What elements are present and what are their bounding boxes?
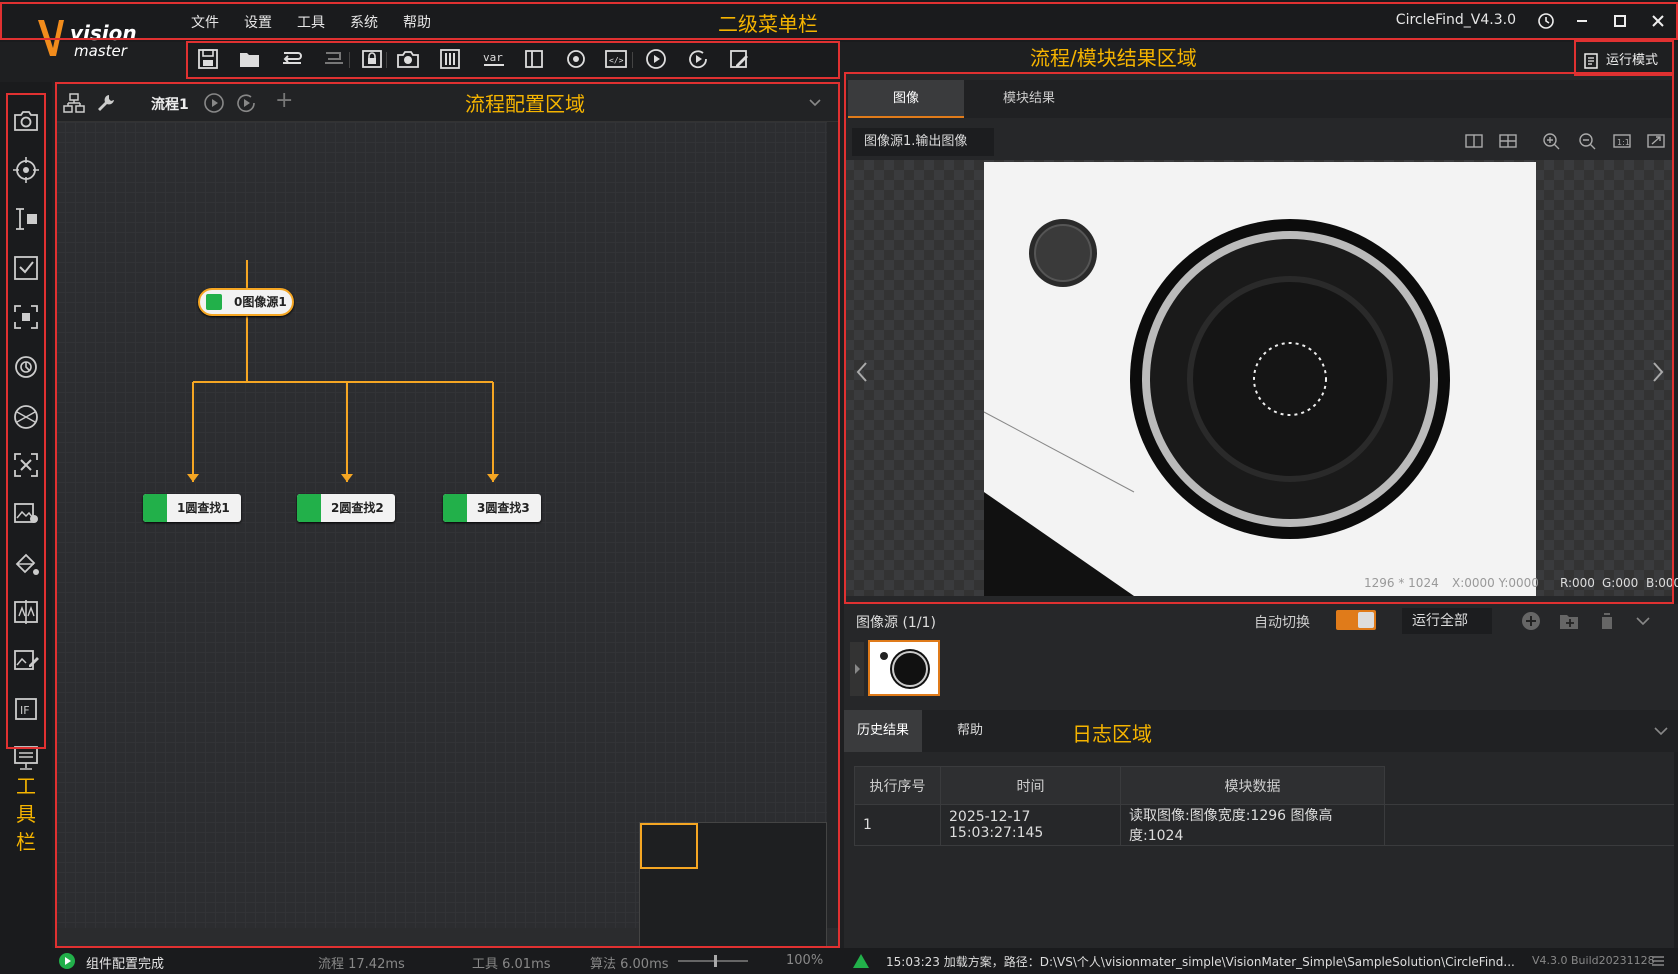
image-thumbnail[interactable] <box>868 640 940 696</box>
delete-icon[interactable] <box>1596 610 1618 632</box>
tab-help-label: 帮助 <box>956 723 983 738</box>
flow-config-highlight <box>55 82 840 948</box>
column-header-time: 时间 <box>940 766 1121 805</box>
column-header-index: 执行序号 <box>854 766 941 805</box>
tab-help[interactable]: 帮助 <box>924 710 1016 752</box>
toggle-knob <box>1358 612 1374 628</box>
image-source-panel: 图像源 (1/1) 自动切换 运行全部 <box>844 604 1678 710</box>
column-header-filler <box>1384 766 1674 805</box>
tool-box: IF 工 具 栏 <box>0 82 52 954</box>
tab-history[interactable]: 历史结果 <box>844 710 922 752</box>
add-image-icon[interactable] <box>1520 610 1542 632</box>
log-message: 15:03:23 加载方案，路径：D:\VS\个人\visionmater_si… <box>886 955 1515 969</box>
cell-filler <box>1384 804 1674 846</box>
chevron-down-icon[interactable] <box>1634 612 1652 630</box>
result-area-highlight <box>844 72 1674 604</box>
table-header-row: 执行序号 时间 模块数据 <box>854 766 1674 805</box>
menu-icon[interactable] <box>1650 953 1666 969</box>
annotation-flow-result: 流程/模块结果区域 <box>1030 46 1197 70</box>
run-all-label: 运行全部 <box>1412 613 1468 629</box>
zoom-level: 100% <box>786 953 824 968</box>
tool-time: 工具 6.01ms <box>472 957 551 972</box>
table-row[interactable]: 1 2025-12-17 15:03:27:145 读取图像:图像宽度:1296… <box>854 804 1674 846</box>
image-source-title: 图像源 (1/1) <box>856 615 936 631</box>
column-header-module-data: 模块数据 <box>1120 766 1385 805</box>
menu-bar-highlight <box>0 2 1678 40</box>
play-status-icon <box>59 953 75 969</box>
history-table: 执行序号 时间 模块数据 1 2025-12-17 15:03:27:145 读… <box>854 766 1674 846</box>
auto-switch-label: 自动切换 <box>1254 615 1310 631</box>
status-bar: 组件配置完成 流程 17.42ms 工具 6.01ms 算法 6.00ms 10… <box>0 948 1678 974</box>
flow-config-area: 流程1 + 流程配置区域 0图像源1 1圆查找1 2圆查找2 3圆查找3 <box>55 82 840 972</box>
tab-history-label: 历史结果 <box>856 723 909 738</box>
svg-text:master: master <box>74 42 128 60</box>
annotation-toolbox: 工 具 栏 <box>16 774 36 854</box>
auto-switch-toggle[interactable] <box>1336 610 1376 630</box>
algo-time: 算法 6.00ms <box>590 957 669 972</box>
cell-index: 1 <box>854 804 941 846</box>
warning-icon <box>853 954 869 968</box>
version-label: V4.3.0 Build20231128 <box>1532 954 1655 967</box>
app-window: vision master 文件 设置 工具 系统 帮助 二级菜单栏 Circl… <box>0 0 1678 974</box>
annotation-log-area: 日志区域 <box>1072 722 1152 746</box>
cell-module-data: 读取图像:图像宽度:1296 图像高度:1024 <box>1120 804 1385 846</box>
zoom-slider[interactable] <box>678 955 748 967</box>
toolbar-highlight <box>186 41 840 79</box>
run-all-select[interactable]: 运行全部 <box>1402 608 1492 634</box>
zoom-slider-handle[interactable] <box>714 955 717 967</box>
status-message: 组件配置完成 <box>86 957 165 972</box>
flow-time: 流程 17.42ms <box>318 957 405 972</box>
log-tab-bar: 历史结果 帮助 日志区域 <box>844 710 1678 752</box>
strip-collapse-button[interactable] <box>850 642 864 696</box>
cell-time: 2025-12-17 15:03:27:145 <box>940 804 1121 846</box>
add-folder-icon[interactable] <box>1558 610 1580 632</box>
run-mode-highlight <box>1574 40 1674 76</box>
chevron-down-icon[interactable] <box>1652 722 1670 740</box>
toolbox-highlight <box>6 93 46 749</box>
log-area: 历史结果 帮助 日志区域 执行序号 时间 模块数据 1 2025-12-17 1… <box>844 710 1678 948</box>
